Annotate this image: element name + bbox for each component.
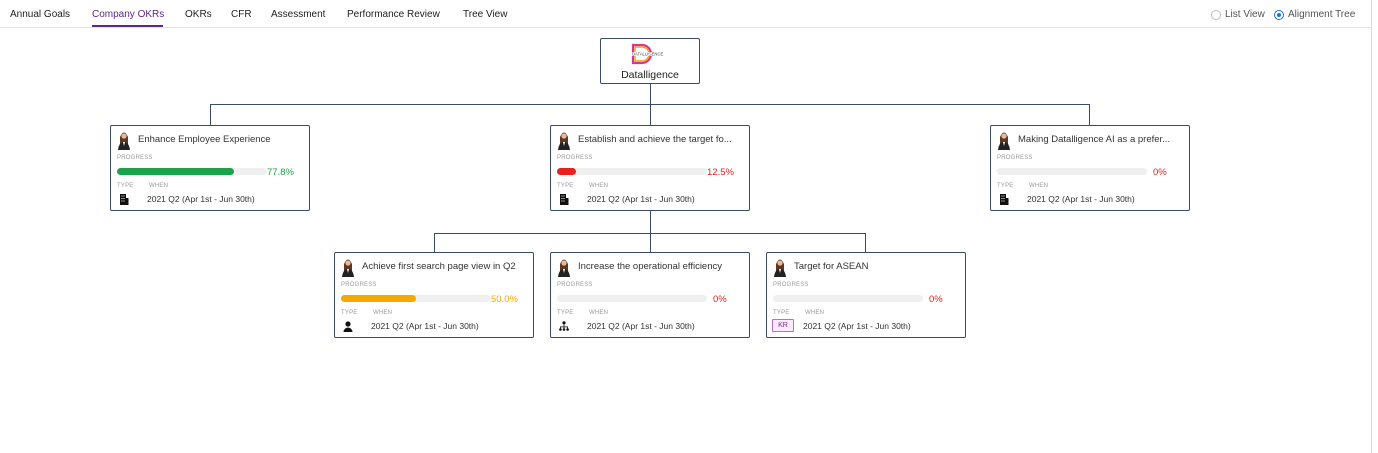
progress-bar	[997, 168, 1147, 175]
okr-card[interactable]: Target for ASEAN PROGRESS 0% TYPE WHEN K…	[766, 252, 966, 338]
active-tab-indicator	[92, 25, 163, 27]
progress-label: PROGRESS	[997, 155, 1033, 161]
list-view-option[interactable]: List View	[1211, 9, 1265, 20]
progress-percent: 77.8%	[267, 167, 294, 178]
progress-percent: 0%	[1153, 167, 1167, 178]
tab-cfr[interactable]: CFR	[231, 9, 252, 20]
progress-label: PROGRESS	[773, 282, 809, 288]
tab-bar: Annual Goals Company OKRs OKRs CFR Asses…	[0, 0, 1372, 28]
when-label: WHEN	[1029, 183, 1049, 189]
svg-text:DATALLIGENCE: DATALLIGENCE	[632, 52, 663, 57]
progress-label: PROGRESS	[557, 282, 593, 288]
owner-avatar[interactable]	[117, 130, 131, 150]
okr-card[interactable]: Increase the operational efficiency PROG…	[550, 252, 750, 338]
time-period: 2021 Q2 (Apr 1st - Jun 30th)	[803, 321, 911, 331]
tab-performance-review[interactable]: Performance Review	[347, 9, 440, 20]
when-label: WHEN	[149, 183, 169, 189]
okr-card[interactable]: Making Datalligence AI as a prefer... PR…	[990, 125, 1190, 211]
progress-bar	[557, 295, 707, 302]
time-period: 2021 Q2 (Apr 1st - Jun 30th)	[147, 194, 255, 204]
progress-label: PROGRESS	[117, 155, 153, 161]
progress-percent: 12.5%	[707, 167, 734, 178]
alignment-tree-option[interactable]: Alignment Tree	[1274, 9, 1355, 20]
when-label: WHEN	[589, 183, 609, 189]
progress-label: PROGRESS	[341, 282, 377, 288]
building-icon	[999, 192, 1009, 205]
progress-bar	[117, 168, 267, 175]
progress-percent: 0%	[929, 294, 943, 305]
when-label: WHEN	[805, 310, 825, 316]
okr-title[interactable]: Achieve first search page view in Q2	[362, 261, 530, 272]
progress-percent: 50.0%	[491, 294, 518, 305]
tab-okrs[interactable]: OKRs	[185, 9, 212, 20]
type-label: TYPE	[117, 183, 134, 189]
tab-annual-goals[interactable]: Annual Goals	[10, 9, 70, 20]
owner-avatar[interactable]	[557, 130, 571, 150]
key-result-badge: KR	[772, 319, 794, 332]
list-view-label: List View	[1225, 9, 1265, 20]
okr-title[interactable]: Enhance Employee Experience	[138, 134, 306, 145]
progress-bar-fill	[117, 168, 234, 175]
okr-title[interactable]: Establish and achieve the target fo...	[578, 134, 746, 145]
when-label: WHEN	[589, 310, 609, 316]
time-period: 2021 Q2 (Apr 1st - Jun 30th)	[1027, 194, 1135, 204]
time-period: 2021 Q2 (Apr 1st - Jun 30th)	[587, 194, 695, 204]
progress-bar	[557, 168, 707, 175]
progress-bar	[341, 295, 491, 302]
when-label: WHEN	[373, 310, 393, 316]
connector-line	[650, 211, 651, 233]
progress-percent: 0%	[713, 294, 727, 305]
person-icon	[343, 319, 353, 332]
connector-line	[210, 104, 211, 125]
progress-bar-fill	[341, 295, 416, 302]
connector-line	[650, 233, 651, 252]
building-icon	[559, 192, 569, 205]
connector-line	[650, 84, 651, 104]
alignment-tree-label: Alignment Tree	[1288, 9, 1356, 20]
type-label: TYPE	[341, 310, 358, 316]
org-name: Datalligence	[621, 69, 679, 81]
time-period: 2021 Q2 (Apr 1st - Jun 30th)	[371, 321, 479, 331]
page-frame: Annual Goals Company OKRs OKRs CFR Asses…	[0, 0, 1372, 453]
okr-title[interactable]: Target for ASEAN	[794, 261, 962, 272]
type-label: TYPE	[997, 183, 1014, 189]
progress-bar-fill	[557, 168, 576, 175]
type-label: TYPE	[773, 310, 790, 316]
owner-avatar[interactable]	[557, 257, 571, 277]
org-chart-icon	[559, 319, 569, 331]
alignment-tree-radio[interactable]	[1274, 9, 1284, 20]
time-period: 2021 Q2 (Apr 1st - Jun 30th)	[587, 321, 695, 331]
connector-line	[865, 233, 866, 252]
okr-card[interactable]: Establish and achieve the target fo... P…	[550, 125, 750, 211]
progress-label: PROGRESS	[557, 155, 593, 161]
building-icon	[119, 192, 129, 205]
okr-title[interactable]: Increase the operational efficiency	[578, 261, 746, 272]
type-label: TYPE	[557, 310, 574, 316]
connector-line	[1089, 104, 1090, 125]
okr-card[interactable]: Achieve first search page view in Q2 PRO…	[334, 252, 534, 338]
owner-avatar[interactable]	[997, 130, 1011, 150]
okr-title[interactable]: Making Datalligence AI as a prefer...	[1018, 134, 1186, 145]
company-logo-icon: DATALLIGENCE	[631, 43, 673, 65]
connector-line	[650, 104, 651, 125]
progress-bar	[773, 295, 923, 302]
tab-tree-view[interactable]: Tree View	[463, 9, 507, 20]
tab-company-okrs[interactable]: Company OKRs	[92, 9, 164, 20]
connector-line	[434, 233, 435, 252]
owner-avatar[interactable]	[773, 257, 787, 277]
owner-avatar[interactable]	[341, 257, 355, 277]
tab-assessment[interactable]: Assessment	[271, 9, 325, 20]
okr-card[interactable]: Enhance Employee Experience PROGRESS 77.…	[110, 125, 310, 211]
org-root-node[interactable]: DATALLIGENCE Datalligence	[600, 38, 700, 84]
type-label: TYPE	[557, 183, 574, 189]
list-view-radio[interactable]	[1211, 9, 1221, 20]
